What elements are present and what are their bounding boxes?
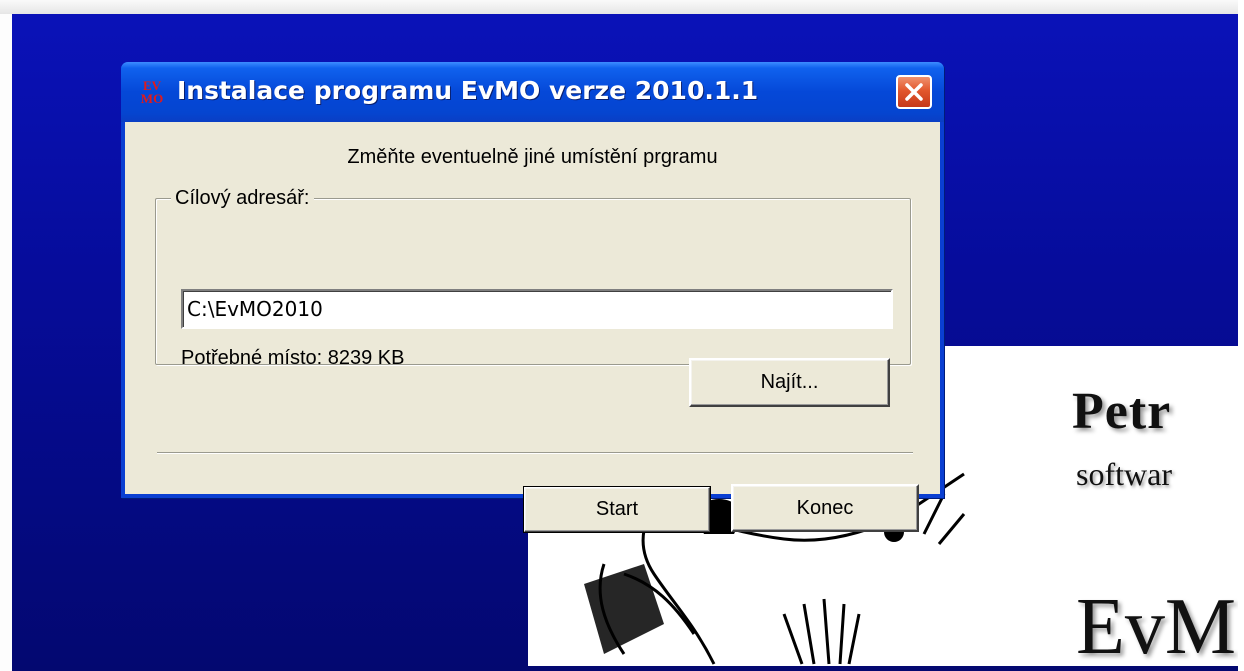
- start-button[interactable]: Start: [523, 486, 711, 533]
- title-bar[interactable]: EV MO Instalace programu EvMO verze 2010…: [121, 62, 944, 122]
- browse-button[interactable]: Najít...: [689, 358, 890, 407]
- splash-product-name: EvM: [1076, 583, 1236, 666]
- dialog-body: Změňte eventuelně jiné umístění prgramu …: [125, 122, 940, 533]
- required-space-text: Potřebné místo: 8239 KB: [181, 347, 405, 369]
- target-directory-group: [155, 198, 911, 365]
- target-directory-input[interactable]: [181, 289, 893, 329]
- right-edge: [1238, 0, 1244, 671]
- splash-company-name: Petr: [1072, 383, 1172, 440]
- top-edge: [0, 0, 1244, 14]
- target-directory-label: Cílový adresář:: [171, 187, 314, 210]
- separator-line: [157, 452, 913, 454]
- exit-button[interactable]: Konec: [731, 484, 919, 532]
- instruction-text: Změňte eventuelně jiné umístění prgramu: [347, 146, 718, 168]
- left-edge: [0, 14, 12, 671]
- splash-tagline: softwar: [1076, 456, 1172, 492]
- window-title: Instalace programu EvMO verze 2010.1.1: [177, 76, 759, 105]
- app-logo-icon: EV MO: [131, 79, 173, 109]
- close-icon: [905, 83, 923, 101]
- install-dialog: EV MO Instalace programu EvMO verze 2010…: [121, 62, 944, 533]
- close-button[interactable]: [896, 75, 932, 109]
- logo-line-2: MO: [140, 91, 164, 106]
